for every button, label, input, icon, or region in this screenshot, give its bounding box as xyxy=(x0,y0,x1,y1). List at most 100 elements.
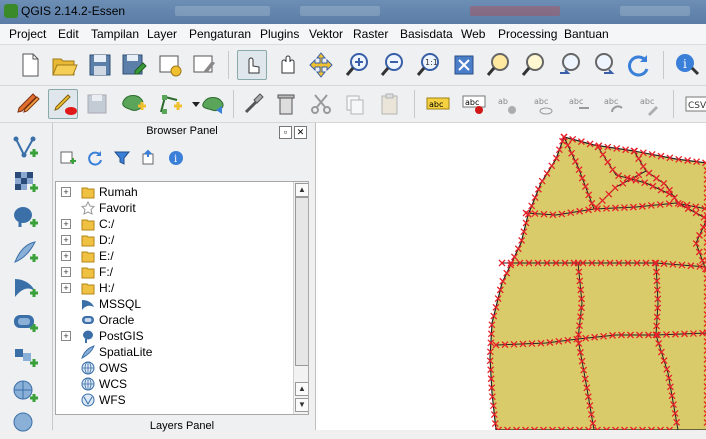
tree-item-d-drive[interactable]: + D:/ xyxy=(56,232,292,248)
open-project-icon[interactable] xyxy=(50,51,78,79)
zoom-next-icon[interactable] xyxy=(590,51,618,79)
new-project-icon[interactable] xyxy=(16,51,44,79)
chevron-down-icon[interactable] xyxy=(182,90,200,118)
add-selected-layers-icon[interactable] xyxy=(59,149,77,167)
menu-basisdata[interactable]: Basisdata xyxy=(400,27,453,41)
tree-item-rumah[interactable]: + Rumah xyxy=(56,184,292,200)
menu-raster[interactable]: Raster xyxy=(353,27,388,41)
delete-selected-tool-icon[interactable] xyxy=(240,90,268,118)
add-feature-icon[interactable] xyxy=(120,90,148,118)
tree-item-favorit[interactable]: Favorit xyxy=(56,200,292,216)
paste-icon[interactable] xyxy=(376,90,404,118)
pan-map-icon[interactable] xyxy=(274,51,302,79)
expand-icon[interactable]: + xyxy=(61,251,71,261)
move-label-icon[interactable]: abc xyxy=(565,90,593,118)
csv-icon[interactable]: CSV xyxy=(684,90,706,118)
delete-icon[interactable] xyxy=(272,90,300,118)
polygon-layer[interactable] xyxy=(489,136,706,430)
menu-processing[interactable]: Processing xyxy=(498,27,557,41)
tree-item-c-drive[interactable]: + C:/ xyxy=(56,216,292,232)
add-postgis-layer-icon[interactable] xyxy=(11,203,39,231)
map-canvas[interactable] xyxy=(315,123,706,430)
add-raster-layer-icon[interactable] xyxy=(11,168,39,196)
filter-icon[interactable] xyxy=(113,149,131,167)
tree-item-label: MSSQL xyxy=(99,297,142,311)
zoom-native-icon[interactable]: 1:1 xyxy=(414,51,442,79)
tree-item-postgis[interactable]: + PostGIS xyxy=(56,328,292,344)
info-icon[interactable]: i xyxy=(167,149,185,167)
add-spatialite-layer-icon[interactable] xyxy=(11,238,39,266)
current-edits-icon[interactable] xyxy=(14,90,42,118)
expand-icon[interactable]: + xyxy=(61,267,71,277)
move-feature-icon[interactable] xyxy=(156,90,184,118)
zoom-out-icon[interactable] xyxy=(378,51,406,79)
change-label-icon[interactable]: abc xyxy=(636,90,664,118)
globe-icon xyxy=(81,377,95,391)
menu-edit[interactable]: Edit xyxy=(58,27,79,41)
save-as-icon[interactable] xyxy=(120,51,148,79)
add-wms-layer-icon[interactable] xyxy=(11,378,39,406)
rotate-label-icon[interactable]: abc xyxy=(600,90,628,118)
node-tool-icon[interactable] xyxy=(200,90,228,118)
composer-manager-icon[interactable] xyxy=(190,51,218,79)
toggle-editing-icon[interactable] xyxy=(48,89,78,119)
tree-item-oracle[interactable]: Oracle xyxy=(56,312,292,328)
add-oracle-layer-icon[interactable] xyxy=(11,308,39,336)
zoom-to-selection-icon[interactable] xyxy=(519,51,547,79)
browser-scrollbar[interactable]: ▲ ▲ ▼ xyxy=(293,182,308,414)
menu-vektor[interactable]: Vektor xyxy=(309,27,343,41)
collapse-all-icon[interactable] xyxy=(140,149,158,167)
tree-item-wfs[interactable]: WFS xyxy=(56,392,292,408)
zoom-full-icon[interactable] xyxy=(450,51,478,79)
label-toolbar-icon[interactable]: abc xyxy=(424,90,452,118)
scroll-up-icon[interactable]: ▲ xyxy=(295,382,308,396)
tree-item-e-drive[interactable]: + E:/ xyxy=(56,248,292,264)
expand-icon[interactable]: + xyxy=(61,283,71,293)
identify-features-icon[interactable]: i xyxy=(673,51,701,79)
tree-item-h-drive[interactable]: + H:/ xyxy=(56,280,292,296)
zoom-last-icon[interactable] xyxy=(555,51,583,79)
pan-to-selection-icon[interactable] xyxy=(307,51,335,79)
add-vector-layer-icon[interactable] xyxy=(11,133,39,161)
menu-bantuan[interactable]: Bantuan xyxy=(564,27,609,41)
add-virtual-layer-icon[interactable] xyxy=(11,343,39,371)
save-edits-icon[interactable] xyxy=(84,90,112,118)
add-mssql-layer-icon[interactable] xyxy=(11,273,39,301)
menu-tampilan[interactable]: Tampilan xyxy=(91,27,139,41)
menu-plugins[interactable]: Plugins xyxy=(260,27,299,41)
refresh-icon[interactable] xyxy=(86,149,104,167)
svg-text:abc: abc xyxy=(534,97,548,106)
zoom-in-icon[interactable] xyxy=(343,51,371,79)
scroll-down-icon[interactable]: ▼ xyxy=(295,398,308,412)
cut-icon[interactable] xyxy=(307,90,335,118)
highlight-pinned-labels-icon[interactable]: abc xyxy=(460,90,488,118)
scroll-up-icon[interactable]: ▲ xyxy=(295,183,308,197)
save-project-icon[interactable] xyxy=(86,51,114,79)
menu-pengaturan[interactable]: Pengaturan xyxy=(189,27,251,41)
refresh-icon[interactable] xyxy=(624,51,652,79)
expand-icon[interactable]: + xyxy=(61,235,71,245)
touch-zoom-pan-icon[interactable] xyxy=(237,50,267,80)
expand-icon[interactable]: + xyxy=(61,219,71,229)
add-wcs-layer-icon[interactable] xyxy=(11,408,39,436)
tree-item-f-drive[interactable]: + F:/ xyxy=(56,264,292,280)
background-tab xyxy=(175,6,270,16)
pin-labels-icon[interactable]: ab xyxy=(494,90,522,118)
tree-item-wcs[interactable]: WCS xyxy=(56,376,292,392)
tree-item-ows[interactable]: OWS xyxy=(56,360,292,376)
close-panel-icon[interactable]: ✕ xyxy=(294,126,307,139)
copy-icon[interactable] xyxy=(341,90,369,118)
menu-web[interactable]: Web xyxy=(461,27,485,41)
scroll-thumb[interactable] xyxy=(295,197,308,366)
show-hide-labels-icon[interactable]: abc xyxy=(530,90,558,118)
new-print-composer-icon[interactable] xyxy=(156,51,184,79)
tree-item-mssql[interactable]: MSSQL xyxy=(56,296,292,312)
zoom-to-layer-icon[interactable] xyxy=(484,51,512,79)
expand-icon[interactable]: + xyxy=(61,331,71,341)
polygon-map[interactable] xyxy=(316,123,706,430)
float-panel-icon[interactable]: ▫ xyxy=(279,126,292,139)
menu-layer[interactable]: Layer xyxy=(147,27,177,41)
tree-item-spatialite[interactable]: SpatiaLite xyxy=(56,344,292,360)
menu-project[interactable]: Project xyxy=(9,27,46,41)
expand-icon[interactable]: + xyxy=(61,187,71,197)
